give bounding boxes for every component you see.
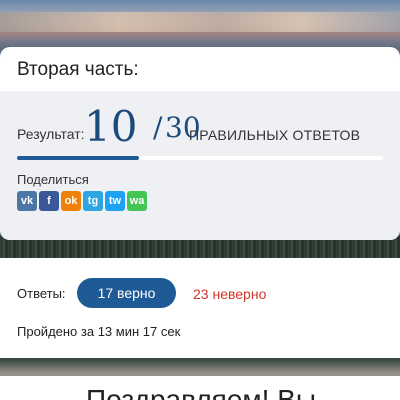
wrong-count-link[interactable]: 23 неверно (193, 286, 266, 302)
section-title: Вторая часть: (17, 59, 139, 80)
score-progress-fill (17, 156, 139, 160)
score-value: 10 (84, 102, 138, 151)
score-row: Результат: 10 / 30 ПРАВИЛЬНЫХ ОТВЕТОВ (17, 103, 397, 153)
correct-count-badge[interactable]: 17 верно (77, 278, 176, 308)
score-separator: / (153, 111, 163, 144)
result-card: Вторая часть: Результат: 10 / 30 ПРАВИЛЬ… (0, 47, 400, 240)
result-label: Результат: (17, 126, 85, 142)
congrats-heading: Поздравляем! Вы (86, 384, 317, 400)
completion-time: Пройдено за 13 мин 17 сек (17, 324, 181, 339)
score-progress-bar (17, 156, 383, 160)
answers-label: Ответы: (17, 286, 66, 301)
vk-icon[interactable]: vk (17, 191, 37, 211)
telegram-icon[interactable]: tg (83, 191, 103, 211)
mountain-ridge (0, 12, 400, 32)
whatsapp-icon[interactable]: wa (127, 191, 147, 211)
answers-card: Ответы: 17 верно 23 неверно Пройдено за … (0, 258, 400, 358)
correct-answers-label: ПРАВИЛЬНЫХ ОТВЕТОВ (189, 127, 361, 143)
odnoklassniki-icon[interactable]: ok (61, 191, 81, 211)
share-label: Поделиться (17, 172, 89, 187)
share-icons: vk f ok tg tw wa (17, 191, 147, 211)
facebook-icon[interactable]: f (39, 191, 59, 211)
twitter-icon[interactable]: tw (105, 191, 125, 211)
congrats-card: Поздравляем! Вы (0, 376, 400, 400)
